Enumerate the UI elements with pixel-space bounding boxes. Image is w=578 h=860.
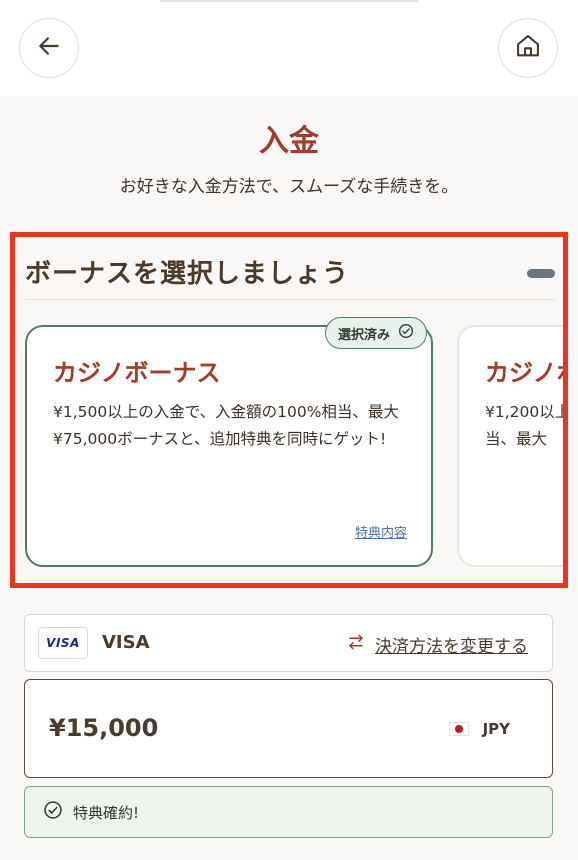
check-circle-icon [398,323,414,343]
selected-badge: 選択済み [325,317,428,349]
bonus-selection-section: ボーナスを選択しましょう 選択済み カジノボーナス ¥1,500以上の入金で、入… [10,232,568,588]
bonus-card-casino[interactable]: 選択済み カジノボーナス ¥1,500以上の入金で、入金額の100%相当、最大¥… [25,317,433,567]
payment-method-row: VISA VISA 決済方法を変更する [24,614,553,672]
benefit-confirmed-bar: 特典確約! [24,786,553,838]
amount-input[interactable]: ¥15,000 JPY [24,679,553,778]
bonus-heading: ボーナスを選択しましょう [25,259,350,289]
home-icon [514,32,542,64]
page-subtitle: お好きな入金方法で、スムーズな手続きを。 [119,177,459,197]
currency-code: JPY [482,720,510,738]
bonus-card-title: カジノボーナス [485,359,563,387]
change-payment-method-link[interactable]: 決済方法を変更する [347,632,528,657]
bonus-details-link[interactable]: 特典内容 [355,522,407,541]
change-payment-label: 決済方法を変更する [375,637,528,657]
bonus-card-description: ¥1,200以上の入金で、 当、最大 [485,403,563,448]
top-bar [0,0,578,96]
back-button[interactable] [19,18,79,78]
arrow-left-icon [36,33,62,63]
visa-logo: VISA [38,627,88,659]
benefit-label: 特典確約! [73,803,140,822]
bonus-card-description: ¥1,500以上の入金で、入金額の100%相当、最大¥75,000ボーナスと、追… [53,403,399,448]
collapse-toggle[interactable] [527,269,555,278]
japan-flag-icon [448,722,469,736]
bonus-card-casino-alt[interactable]: カジノボーナス ¥1,200以上の入金で、 当、最大 [457,325,563,567]
bonus-card-title: カジノボーナス [53,359,221,387]
currency-selector[interactable]: JPY [448,720,510,738]
page-title: 入金 [259,124,319,159]
selected-badge-label: 選択済み [338,327,391,343]
home-button[interactable] [498,18,558,78]
check-circle-icon [43,800,63,824]
divider [25,299,555,300]
swap-arrows-icon [347,633,365,656]
drag-indicator [160,0,418,2]
amount-value[interactable]: ¥15,000 [49,714,158,742]
payment-method-name: VISA [102,632,150,653]
